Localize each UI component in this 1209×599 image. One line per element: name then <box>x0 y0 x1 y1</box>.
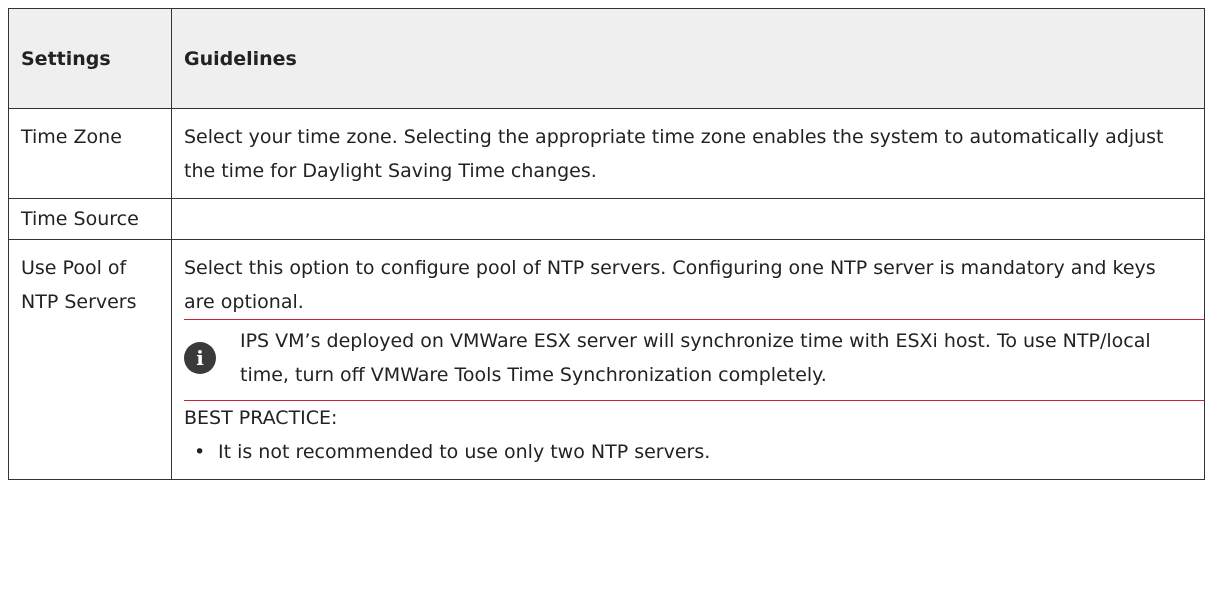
settings-guidelines-table: Settings Guidelines Time Zone Select you… <box>8 8 1205 480</box>
table-row: Time Source <box>8 198 1205 240</box>
table-row: Use Pool of NTP Servers Select this opti… <box>8 239 1205 480</box>
setting-cell-time-source: Time Source <box>8 198 172 240</box>
guideline-cell-time-zone: Select your time zone. Selecting the app… <box>171 108 1205 199</box>
bullet-icon: • <box>194 441 206 463</box>
info-note-text: IPS VM’s deployed on VMWare ESX server w… <box>240 330 1151 386</box>
list-item: • It is not recommended to use only two N… <box>184 435 1192 469</box>
setting-cell-time-zone: Time Zone <box>8 108 172 199</box>
guidelines-column-header: Guidelines <box>171 8 1205 109</box>
ntp-pool-description: Select this option to configure pool of … <box>184 257 1156 313</box>
best-practice-list: • It is not recommended to use only two N… <box>184 435 1192 469</box>
guideline-cell-time-source <box>171 198 1205 240</box>
table-row: Time Zone Select your time zone. Selecti… <box>8 108 1205 199</box>
best-practice-item: It is not recommended to use only two NT… <box>218 441 711 463</box>
info-note: i IPS VM’s deployed on VMWare ESX server… <box>184 320 1192 400</box>
table-header-row: Settings Guidelines <box>8 8 1205 109</box>
guideline-cell-ntp-pool: Select this option to configure pool of … <box>171 239 1205 480</box>
best-practice-label: BEST PRACTICE: <box>184 407 338 429</box>
info-icon: i <box>184 342 216 374</box>
settings-column-header: Settings <box>8 8 172 109</box>
setting-cell-ntp-pool: Use Pool of NTP Servers <box>8 239 172 480</box>
